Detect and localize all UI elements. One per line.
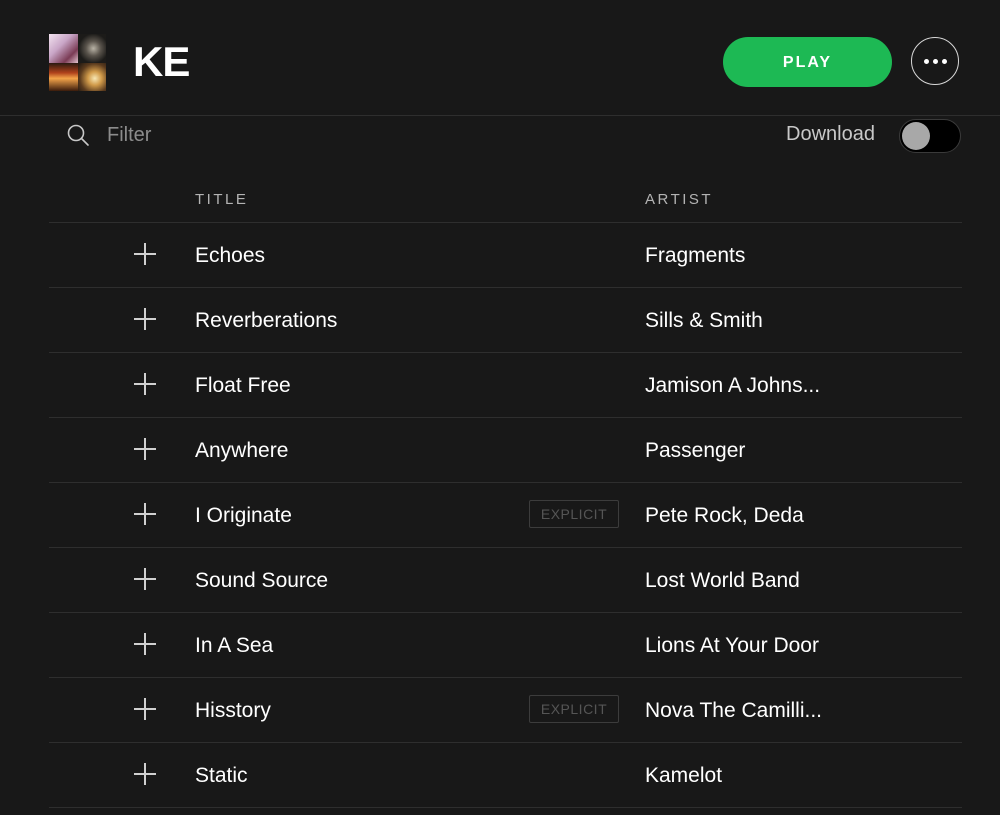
track-artist[interactable]: Sills & Smith — [645, 308, 763, 334]
track-artist[interactable]: Nova The Camilli... — [645, 698, 822, 724]
track-list: Echoes Fragments Reverberations Sills & … — [49, 223, 962, 808]
track-title: Float Free — [195, 374, 291, 397]
track-title: Hisstory — [195, 699, 271, 722]
track-row[interactable]: Hisstory EXPLICIT Nova The Camilli... — [49, 678, 962, 743]
track-title: I Originate — [195, 504, 292, 527]
track-row[interactable]: Float Free Jamison A Johns... — [49, 353, 962, 418]
more-options-icon-dot — [932, 58, 938, 64]
track-row[interactable]: I Originate EXPLICIT Pete Rock, Deda — [49, 483, 962, 548]
download-toggle[interactable] — [899, 119, 961, 153]
track-title: Sound Source — [195, 569, 329, 592]
track-artist[interactable]: Fragments — [645, 243, 745, 269]
more-options-icon — [923, 58, 929, 64]
plus-icon[interactable] — [133, 307, 157, 331]
track-row[interactable]: In A Sea Lions At Your Door — [49, 613, 962, 678]
track-row[interactable]: Echoes Fragments — [49, 223, 962, 288]
playlist-header: KE PLAY — [0, 0, 1000, 116]
column-header-title[interactable]: TITLE — [195, 190, 248, 210]
track-artist[interactable]: Pete Rock, Deda — [645, 503, 804, 529]
plus-icon[interactable] — [133, 567, 157, 591]
filter-input[interactable] — [107, 118, 407, 152]
plus-icon[interactable] — [133, 372, 157, 396]
plus-icon[interactable] — [133, 632, 157, 656]
playlist-page: KE PLAY Download TITLE ARTIST Echoes Fra… — [0, 0, 1000, 815]
track-row[interactable]: Sound Source Lost World Band — [49, 548, 962, 613]
playlist-cover-mosaic — [49, 34, 106, 91]
column-header-artist[interactable]: ARTIST — [645, 190, 713, 210]
explicit-badge: EXPLICIT — [529, 695, 619, 723]
cover-art-1 — [49, 34, 78, 63]
play-button[interactable]: PLAY — [723, 37, 892, 87]
plus-icon[interactable] — [133, 502, 157, 526]
track-row[interactable]: Static Kamelot — [49, 743, 962, 808]
track-row[interactable]: Anywhere Passenger — [49, 418, 962, 483]
cover-art-3 — [49, 62, 78, 91]
track-row[interactable]: Reverberations Sills & Smith — [49, 288, 962, 353]
track-title: Anywhere — [195, 439, 289, 462]
more-options-button[interactable] — [911, 37, 959, 85]
track-title: Static — [195, 764, 248, 787]
plus-icon[interactable] — [133, 762, 157, 786]
track-artist[interactable]: Kamelot — [645, 763, 722, 789]
track-artist[interactable]: Jamison A Johns... — [645, 373, 820, 399]
search-icon — [67, 124, 89, 146]
cover-art-4 — [77, 62, 106, 91]
track-title: In A Sea — [195, 634, 274, 657]
download-label: Download — [786, 123, 875, 145]
track-artist[interactable]: Passenger — [645, 438, 745, 464]
explicit-badge: EXPLICIT — [529, 500, 619, 528]
track-artist[interactable]: Lost World Band — [645, 568, 800, 594]
track-artist[interactable]: Lions At Your Door — [645, 633, 819, 659]
plus-icon[interactable] — [133, 242, 157, 266]
plus-icon[interactable] — [133, 437, 157, 461]
cover-art-2 — [77, 34, 106, 63]
more-options-icon-dot — [941, 58, 947, 64]
download-toggle-knob — [902, 122, 930, 150]
playlist-title: KE — [133, 38, 190, 85]
track-title: Reverberations — [195, 309, 338, 332]
track-title: Echoes — [195, 244, 266, 267]
plus-icon[interactable] — [133, 697, 157, 721]
